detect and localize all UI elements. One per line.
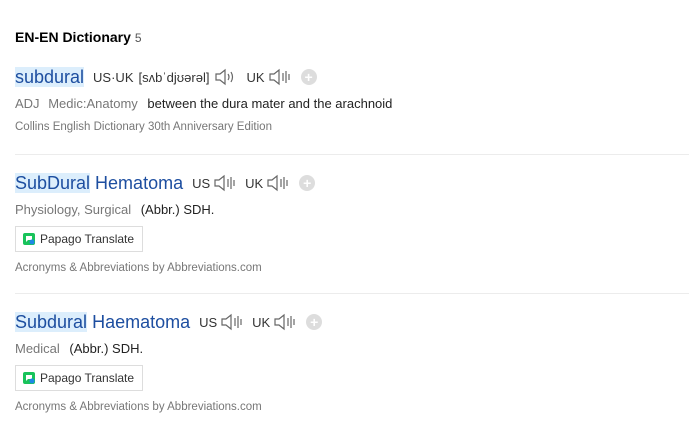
dictionary-entry: SubDural Hematoma US UK + Physiology, Su… — [15, 172, 689, 274]
source-label: Acronyms & Abbreviations by Abbreviation… — [15, 262, 262, 274]
source-label: Collins English Dictionary 30th Annivers… — [15, 121, 272, 133]
uk-label: UK — [245, 175, 264, 191]
phonetic: [sʌbˈdjʊərəl] — [138, 69, 210, 85]
speaker-icon[interactable] — [267, 67, 293, 87]
definition-text: (Abbr.) SDH. — [69, 341, 144, 356]
definition-text: (Abbr.) SDH. — [140, 202, 215, 217]
papago-translate-label: Papago Translate — [40, 371, 135, 385]
papago-translate-button[interactable]: Papago Translate — [15, 226, 144, 252]
us-label: US — [199, 314, 218, 330]
us-label: US — [192, 175, 211, 191]
result-count: 5 — [134, 31, 142, 45]
papago-translate-label: Papago Translate — [40, 232, 135, 246]
source-label: Acronyms & Abbreviations by Abbreviation… — [15, 401, 262, 413]
papago-logo-icon — [23, 233, 35, 245]
subject-field: Medical — [15, 341, 60, 356]
uk-label: UK — [252, 314, 271, 330]
definition-text: between the dura mater and the arachnoid — [147, 96, 393, 111]
add-icon[interactable]: + — [299, 175, 316, 191]
entry-word[interactable]: SubDural Hematoma — [15, 172, 183, 194]
add-icon[interactable]: + — [300, 69, 317, 85]
speaker-icon[interactable] — [265, 173, 291, 193]
definition: Medical (Abbr.) SDH. — [15, 341, 689, 356]
definition: Physiology, Surgical (Abbr.) SDH. — [15, 202, 689, 217]
definition: ADJ Medic:Anatomy between the dura mater… — [15, 96, 689, 111]
dictionary-entry: Subdural Haematoma US UK + Medical (Abbr… — [15, 311, 689, 413]
speaker-icon[interactable] — [212, 173, 238, 193]
speaker-icon[interactable] — [272, 312, 298, 332]
uk-label: UK — [246, 69, 265, 85]
subject-field: Medic:Anatomy — [48, 96, 138, 111]
subject-field: Physiology, Surgical — [15, 202, 132, 217]
dictionary-header: EN-EN Dictionary 5 — [15, 29, 142, 45]
us-uk-label: US·UK — [93, 69, 134, 85]
section-title: EN-EN Dictionary — [15, 29, 131, 45]
add-icon[interactable]: + — [306, 314, 323, 330]
pronunciation: US UK + — [199, 312, 323, 332]
papago-translate-button[interactable]: Papago Translate — [15, 365, 144, 391]
entry-word[interactable]: Subdural Haematoma — [15, 311, 190, 333]
dictionary-entry: subdural US·UK [sʌbˈdjʊərəl] UK + ADJ Me… — [15, 66, 689, 133]
pronunciation: US UK + — [192, 173, 316, 193]
divider — [15, 293, 689, 294]
pronunciation: US·UK [sʌbˈdjʊərəl] UK + — [93, 67, 317, 87]
speaker-icon[interactable] — [219, 312, 245, 332]
papago-logo-icon — [23, 372, 35, 384]
divider — [15, 154, 689, 155]
entry-word[interactable]: subdural — [15, 66, 85, 88]
part-of-speech: ADJ — [15, 96, 40, 111]
speaker-icon[interactable] — [213, 67, 239, 87]
